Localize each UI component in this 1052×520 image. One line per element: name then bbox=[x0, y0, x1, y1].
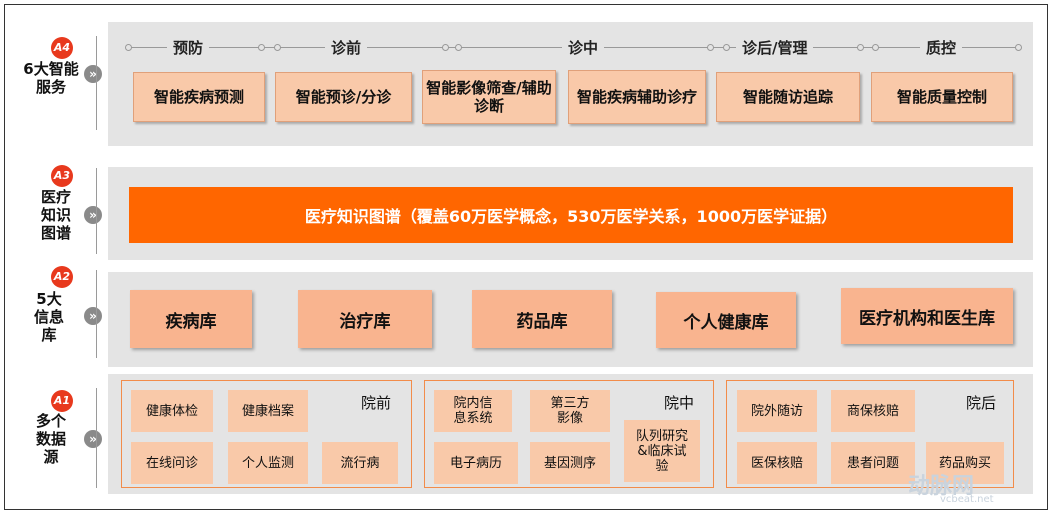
source-item: 商保核赔 bbox=[831, 390, 915, 432]
source-item: 队列研究&临床试验 bbox=[624, 420, 700, 482]
chevron-right-icon: » bbox=[84, 307, 102, 325]
divider bbox=[96, 168, 97, 254]
service-disease-prediction: 智能疾病预测 bbox=[133, 72, 265, 122]
source-group-title: 院后 bbox=[966, 394, 997, 412]
source-item: 在线问诊 bbox=[131, 442, 213, 484]
source-item: 院外随访 bbox=[737, 390, 817, 432]
source-item: 健康体检 bbox=[131, 390, 213, 432]
stage-post-diagnosis: 诊后/管理 bbox=[736, 37, 814, 58]
source-item: 流行病 bbox=[322, 442, 398, 484]
service-triage: 智能预诊/分诊 bbox=[275, 72, 412, 122]
stage-prevention: 预防 bbox=[167, 37, 210, 58]
row-label-a1: 多个数据源 bbox=[35, 412, 66, 466]
badge-a1: A1 bbox=[51, 390, 73, 412]
row-label-a3: 医疗知识图谱 bbox=[40, 188, 71, 242]
timeline-dot bbox=[723, 44, 730, 51]
source-item: 电子病历 bbox=[434, 442, 518, 484]
badge-a2: A2 bbox=[51, 266, 73, 288]
timeline-dot bbox=[125, 44, 132, 51]
timeline-dot bbox=[857, 44, 864, 51]
timeline-dot bbox=[274, 44, 281, 51]
timeline-dot bbox=[455, 44, 462, 51]
library-institutions-doctors: 医疗机构和医生库 bbox=[841, 288, 1013, 344]
library-drug: 药品库 bbox=[472, 290, 612, 348]
stage-quality-control: 质控 bbox=[920, 37, 963, 58]
stage-diagnosis: 诊中 bbox=[562, 37, 605, 58]
service-follow-up: 智能随访追踪 bbox=[716, 72, 860, 122]
badge-a3: A3 bbox=[51, 165, 73, 187]
source-item: 个人监测 bbox=[228, 442, 308, 484]
timeline-dot bbox=[442, 44, 449, 51]
divider bbox=[96, 36, 97, 130]
source-item: 院内信息系统 bbox=[434, 390, 512, 432]
source-group-title: 院中 bbox=[664, 394, 695, 412]
service-imaging-screening: 智能影像筛查/辅助诊断 bbox=[422, 70, 556, 124]
row-label-a2: 5大信息库 bbox=[33, 290, 64, 344]
service-quality-control: 智能质量控制 bbox=[871, 72, 1013, 122]
stage-pre-diagnosis: 诊前 bbox=[325, 37, 368, 58]
divider bbox=[96, 270, 97, 358]
source-group-title: 院前 bbox=[361, 394, 392, 412]
row-label-a4: 6大智能服务 bbox=[23, 60, 79, 96]
source-item: 基因测序 bbox=[530, 442, 610, 484]
chevron-right-icon: » bbox=[84, 206, 102, 224]
service-assisted-treatment: 智能疾病辅助诊疗 bbox=[568, 70, 706, 124]
knowledge-graph-bar: 医疗知识图谱（覆盖60万医学概念，530万医学关系，1000万医学证据） bbox=[129, 187, 1013, 243]
watermark-url: vcbeat.net bbox=[940, 494, 994, 505]
source-item: 第三方影像 bbox=[530, 390, 610, 432]
library-treatment: 治疗库 bbox=[298, 290, 432, 348]
library-personal-health: 个人健康库 bbox=[656, 292, 796, 348]
timeline-dot bbox=[1015, 44, 1022, 51]
chevron-right-icon: » bbox=[84, 430, 102, 448]
timeline-dot bbox=[707, 44, 714, 51]
timeline-dot bbox=[872, 44, 879, 51]
chevron-right-icon: » bbox=[84, 65, 102, 83]
source-item: 健康档案 bbox=[228, 390, 308, 432]
source-item: 患者问题 bbox=[831, 442, 915, 484]
badge-a4: A4 bbox=[51, 37, 73, 59]
divider bbox=[96, 388, 97, 488]
timeline-dot bbox=[258, 44, 265, 51]
library-disease: 疾病库 bbox=[130, 290, 252, 348]
source-item: 医保核赔 bbox=[737, 442, 817, 484]
